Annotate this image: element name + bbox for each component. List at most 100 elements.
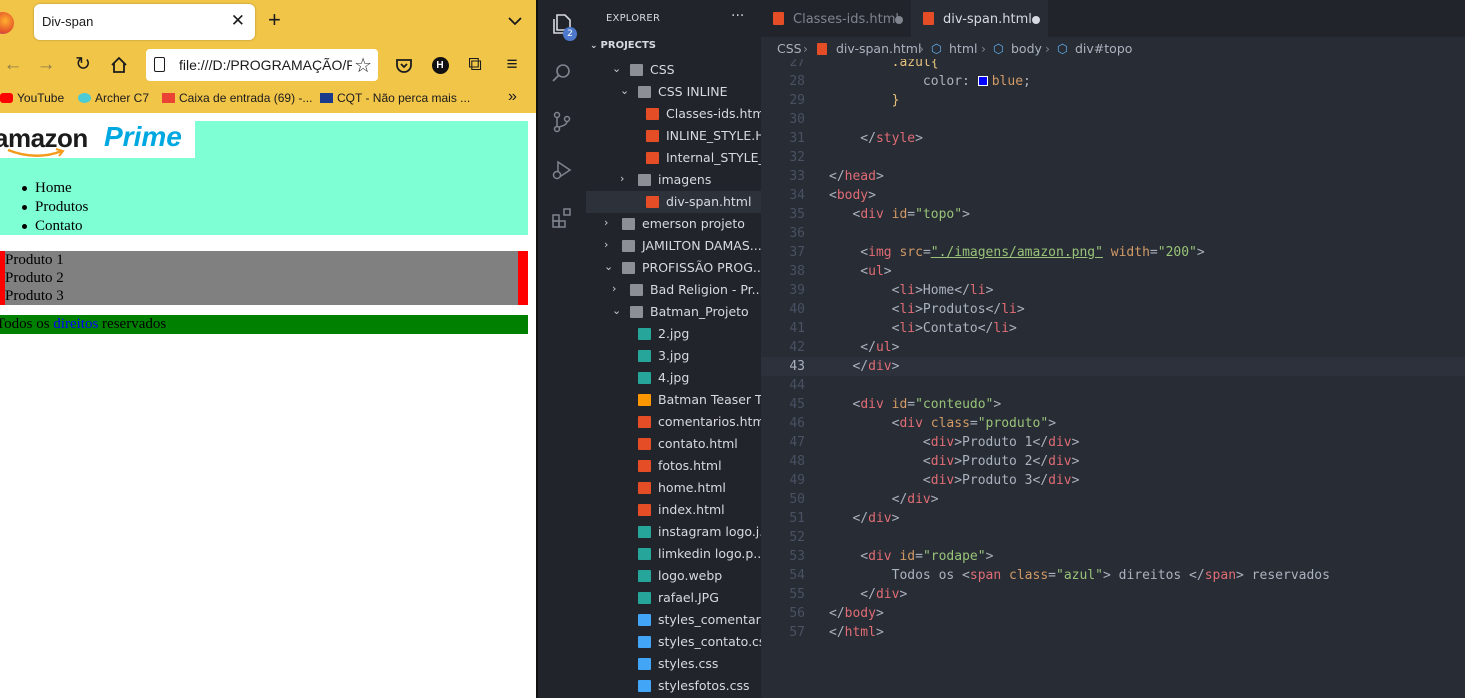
- editor-tab-div-span[interactable]: div-span.html: [911, 0, 1048, 37]
- extensions-puzzle-icon[interactable]: ⧉: [462, 52, 488, 78]
- tree-file[interactable]: div-span.html: [586, 191, 761, 213]
- tree-file[interactable]: 3.jpg: [586, 345, 761, 367]
- unsaved-dot-icon[interactable]: [1032, 16, 1040, 24]
- code-line[interactable]: 54 Todos os <span class="azul"> direitos…: [761, 566, 1465, 585]
- tree-file[interactable]: 2.jpg: [586, 323, 761, 345]
- close-tab-icon[interactable]: ✕: [231, 11, 245, 31]
- code-line[interactable]: 48 <div>Produto 2</div>: [761, 452, 1465, 471]
- tree-folder[interactable]: › Bad Religion - Pr...: [586, 279, 761, 301]
- tree-folder[interactable]: ⌄ PROFISSÃO PROG...: [586, 257, 761, 279]
- code-line[interactable]: 32: [761, 148, 1465, 167]
- chevron-down-icon[interactable]: ⌄: [620, 84, 629, 97]
- code-line[interactable]: 45 <div id="conteudo">: [761, 395, 1465, 414]
- bookmark-youtube[interactable]: YouTube: [0, 91, 64, 105]
- tree-file[interactable]: contato.html: [586, 433, 761, 455]
- tree-file[interactable]: styles_contato.css: [586, 631, 761, 653]
- tree-file[interactable]: instagram logo.j...: [586, 521, 761, 543]
- breadcrumb-folder[interactable]: CSS: [777, 41, 802, 56]
- tree-file[interactable]: styles.css: [586, 653, 761, 675]
- code-line[interactable]: 28 color: blue;: [761, 72, 1465, 91]
- reload-icon[interactable]: ↻: [70, 52, 96, 78]
- tree-file[interactable]: Classes-ids.html: [586, 103, 761, 125]
- tree-file[interactable]: fotos.html: [586, 455, 761, 477]
- code-line[interactable]: 47 <div>Produto 1</div>: [761, 433, 1465, 452]
- tree-folder[interactable]: › JAMILTON DAMAS...: [586, 235, 761, 257]
- code-line[interactable]: 29 }: [761, 91, 1465, 110]
- tree-file[interactable]: comentarios.html: [586, 411, 761, 433]
- chevron-right-icon[interactable]: ›: [604, 216, 608, 229]
- code-line[interactable]: 50 </div>: [761, 490, 1465, 509]
- editor-tab-classes-ids[interactable]: Classes-ids.html: [761, 0, 911, 37]
- code-line[interactable]: 52: [761, 528, 1465, 547]
- color-swatch-icon[interactable]: [977, 76, 988, 86]
- new-tab-button[interactable]: +: [268, 9, 281, 31]
- code-line[interactable]: 41 <li>Contato</li>: [761, 319, 1465, 338]
- chevron-down-icon[interactable]: ⌄: [604, 260, 613, 273]
- extension-h-icon[interactable]: H: [427, 52, 453, 78]
- code-line[interactable]: 56 </body>: [761, 604, 1465, 623]
- menu-icon[interactable]: ≡: [499, 52, 525, 78]
- run-debug-icon[interactable]: [550, 158, 574, 182]
- tree-file[interactable]: Internal_STYLE_...: [586, 147, 761, 169]
- code-line[interactable]: 34 <body>: [761, 186, 1465, 205]
- tree-folder[interactable]: › imagens: [586, 169, 761, 191]
- breadcrumb-html[interactable]: html: [949, 41, 977, 56]
- bookmark-gmail[interactable]: Caixa de entrada (69) -...: [162, 91, 312, 105]
- tree-file[interactable]: limkedin logo.p...: [586, 543, 761, 565]
- source-control-icon[interactable]: [550, 110, 574, 134]
- tree-file[interactable]: rafael.JPG: [586, 587, 761, 609]
- bookmark-cqt[interactable]: CQT - Não perca mais ...: [320, 91, 470, 105]
- code-line[interactable]: 53 <div id="rodape">: [761, 547, 1465, 566]
- bookmark-star-icon[interactable]: ☆: [354, 53, 372, 78]
- projects-section-header[interactable]: ⌄ PROJECTS: [590, 40, 656, 51]
- forward-arrow-icon[interactable]: →: [33, 52, 59, 78]
- url-text[interactable]: file:///D:/PROGRAMAÇÃO/P: [179, 57, 352, 73]
- browser-tab-active[interactable]: Div-span ✕: [34, 4, 255, 40]
- tree-file[interactable]: logo.webp: [586, 565, 761, 587]
- code-line[interactable]: 57 </html>: [761, 623, 1465, 642]
- code-editor[interactable]: 27 .azul{28 color: blue; 29 } 30 31 </style…: [761, 59, 1465, 698]
- chevron-right-icon[interactable]: ›: [612, 282, 616, 295]
- address-bar[interactable]: file:///D:/PROGRAMAÇÃO/P ☆: [146, 49, 378, 81]
- tree-file[interactable]: INLINE_STYLE.H...: [586, 125, 761, 147]
- back-arrow-icon[interactable]: ←: [0, 52, 26, 78]
- tree-folder[interactable]: ⌄ CSS: [586, 59, 761, 81]
- tree-file[interactable]: stylesfotos.css: [586, 675, 761, 697]
- code-line[interactable]: 37 <img src="./imagens/amazon.png" width…: [761, 243, 1465, 262]
- code-line[interactable]: 46 <div class="produto">: [761, 414, 1465, 433]
- more-actions-icon[interactable]: ···: [731, 8, 744, 24]
- tree-file[interactable]: styles_comentar...: [586, 609, 761, 631]
- extensions-icon[interactable]: [550, 206, 574, 230]
- code-line[interactable]: 30: [761, 110, 1465, 129]
- code-line[interactable]: 33 </head>: [761, 167, 1465, 186]
- code-line[interactable]: 36: [761, 224, 1465, 243]
- chevron-right-icon[interactable]: ›: [620, 172, 624, 185]
- code-line[interactable]: 51 </div>: [761, 509, 1465, 528]
- code-line[interactable]: 39 <li>Home</li>: [761, 281, 1465, 300]
- chevron-down-icon[interactable]: ⌄: [612, 62, 621, 75]
- tree-folder[interactable]: ⌄ CSS INLINE: [586, 81, 761, 103]
- code-line[interactable]: 44: [761, 376, 1465, 395]
- tree-file[interactable]: 4.jpg: [586, 367, 761, 389]
- breadcrumb-div-topo[interactable]: div#topo: [1075, 41, 1132, 56]
- more-bookmarks-icon[interactable]: »: [508, 88, 517, 106]
- tree-folder[interactable]: › emerson projeto: [586, 213, 761, 235]
- bookmark-archer[interactable]: Archer C7: [78, 91, 149, 105]
- tree-file[interactable]: index.html: [586, 499, 761, 521]
- code-line[interactable]: 49 <div>Produto 3</div>: [761, 471, 1465, 490]
- code-line[interactable]: 40 <li>Produtos</li>: [761, 300, 1465, 319]
- tree-file[interactable]: home.html: [586, 477, 761, 499]
- tree-folder[interactable]: ⌄ Batman_Projeto: [586, 301, 761, 323]
- code-line[interactable]: 27 .azul{: [761, 59, 1465, 72]
- breadcrumb-body[interactable]: body: [1011, 41, 1042, 56]
- unsaved-dot-icon[interactable]: [895, 16, 903, 24]
- code-line[interactable]: 38 <ul>: [761, 262, 1465, 281]
- tree-file[interactable]: Batman Teaser T...: [586, 389, 761, 411]
- breadcrumb-file[interactable]: div-span.html: [836, 41, 921, 56]
- search-icon[interactable]: [550, 61, 574, 85]
- chevron-down-icon[interactable]: ⌄: [612, 304, 621, 317]
- code-line[interactable]: 35 <div id="topo">: [761, 205, 1465, 224]
- code-line[interactable]: 55 </div>: [761, 585, 1465, 604]
- code-line[interactable]: 31 </style>: [761, 129, 1465, 148]
- home-icon[interactable]: [106, 52, 132, 78]
